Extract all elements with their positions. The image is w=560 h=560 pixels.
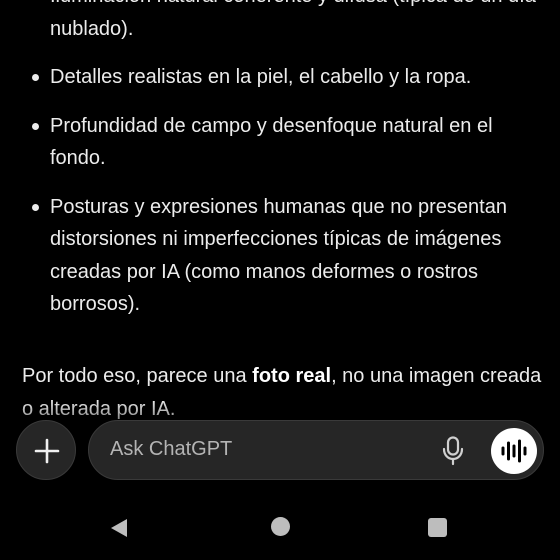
home-circle-icon[interactable] bbox=[271, 517, 290, 536]
back-triangle-icon[interactable] bbox=[108, 517, 130, 539]
message-input[interactable]: Ask ChatGPT bbox=[88, 420, 544, 480]
chat-response: Iluminación natural coherente y difusa (… bbox=[0, 0, 560, 420]
plus-icon bbox=[34, 438, 60, 464]
bullet-item: Iluminación natural coherente y difusa (… bbox=[30, 0, 540, 45]
bullet-item: Posturas y expresiones humanas que no pr… bbox=[30, 191, 540, 321]
bullet-list: Iluminación natural coherente y difusa (… bbox=[30, 0, 540, 337]
message-input-placeholder: Ask ChatGPT bbox=[110, 438, 233, 460]
recents-square-icon[interactable] bbox=[428, 518, 447, 537]
microphone-icon[interactable] bbox=[442, 436, 464, 466]
closing-bold-text: foto real bbox=[252, 365, 332, 387]
bullet-item: Detalles realistas en la piel, el cabell… bbox=[30, 61, 540, 94]
closing-text-start: Por todo eso, parece una bbox=[22, 365, 253, 387]
system-navigation-bar bbox=[0, 500, 560, 560]
voice-mode-button[interactable] bbox=[491, 428, 537, 474]
composer-bar: Ask ChatGPT bbox=[0, 418, 560, 482]
voice-mode-icon bbox=[501, 439, 527, 463]
add-attachment-button[interactable] bbox=[16, 420, 76, 480]
bullet-item: Profundidad de campo y desenfoque natura… bbox=[30, 110, 540, 175]
